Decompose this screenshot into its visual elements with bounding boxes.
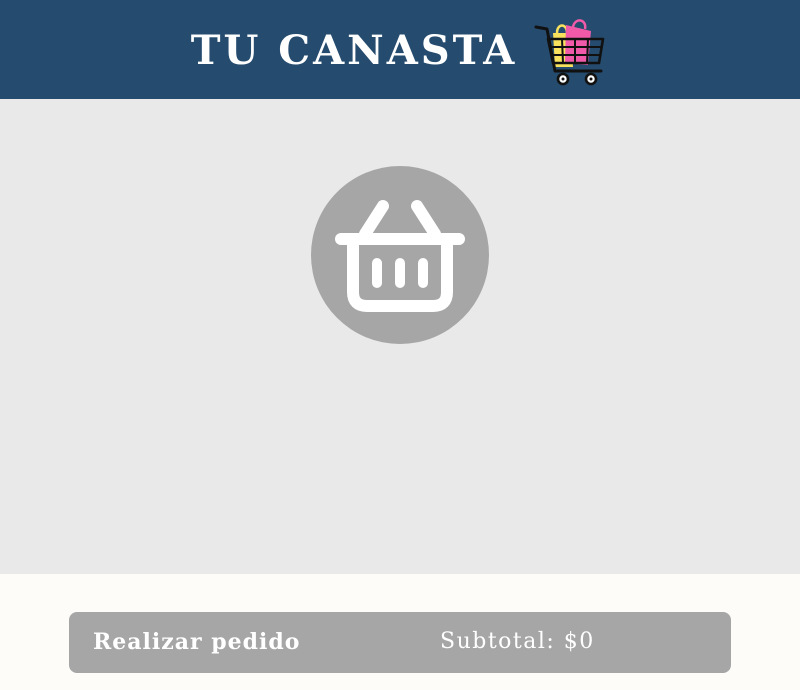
subtotal-text: Subtotal: $0 bbox=[440, 629, 595, 654]
page-title: TU CANASTA bbox=[190, 27, 518, 74]
cart-footer: Realizar pedido Subtotal: $0 bbox=[0, 574, 800, 690]
place-order-button[interactable]: Realizar pedido Subtotal: $0 bbox=[69, 612, 731, 673]
shopping-cart-icon bbox=[533, 15, 609, 91]
empty-cart-indicator bbox=[311, 166, 489, 344]
header-bar: TU CANASTA bbox=[0, 0, 800, 99]
cart-items-area bbox=[0, 99, 800, 574]
basket-icon bbox=[335, 200, 465, 312]
place-order-label: Realizar pedido bbox=[93, 629, 301, 655]
